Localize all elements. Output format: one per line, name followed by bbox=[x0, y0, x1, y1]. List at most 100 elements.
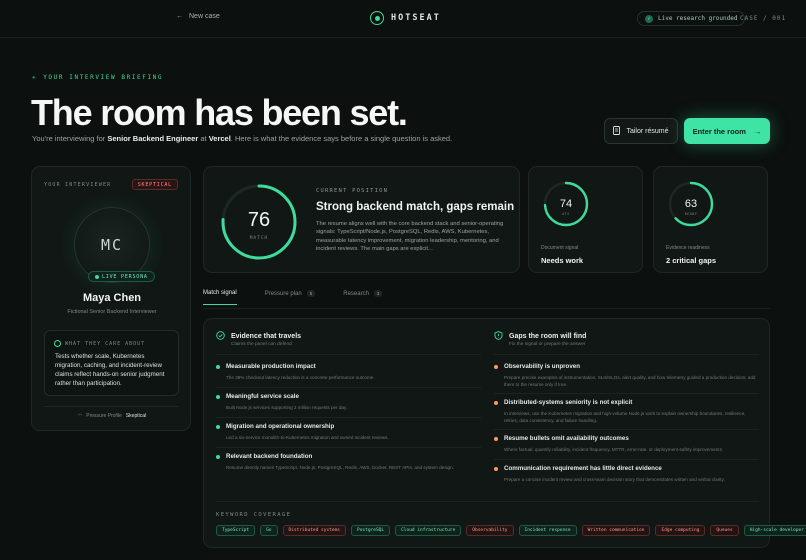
brand[interactable]: HOTSEAT bbox=[370, 11, 441, 25]
page-title: The room has been set. bbox=[31, 92, 408, 133]
subtitle-post: . Here is what the evidence says before … bbox=[230, 134, 453, 143]
enter-room-label: Enter the room bbox=[692, 126, 746, 136]
ats-value: 74 bbox=[560, 198, 572, 210]
keyword-chip: Cloud infrastructure bbox=[395, 525, 462, 536]
document-signal-verdict: Needs work bbox=[541, 256, 584, 265]
list-item: Distributed-systems seniority is not exp… bbox=[494, 399, 759, 425]
keyword-coverage-heading: KEYWORD COVERAGE bbox=[216, 512, 292, 518]
gaps-heading-label: Gaps the room will find bbox=[509, 333, 587, 340]
keyword-chip: Distributed systems bbox=[282, 525, 346, 536]
tab-pressure-plan[interactable]: Pressure plan 5 bbox=[265, 290, 316, 305]
subtitle-role: Senior Backend Engineer bbox=[107, 134, 199, 143]
care-about-heading-label: WHAT THEY CARE ABOUT bbox=[65, 340, 146, 347]
bullet-icon bbox=[216, 394, 220, 399]
evidence-readiness-verdict: 2 critical gaps bbox=[666, 256, 717, 265]
check-icon: ✓ bbox=[645, 14, 653, 23]
live-research-badge: ✓ Live research grounded bbox=[637, 11, 746, 26]
tab-pressure-plan-count: 5 bbox=[306, 290, 316, 297]
position-title: Strong backend match, gaps remain bbox=[316, 201, 515, 213]
pressure-profile-label: Pressure Profile bbox=[86, 413, 122, 419]
divider bbox=[216, 354, 481, 355]
item-title: Observability is unproven bbox=[504, 363, 580, 370]
position-card: 76 MATCH CURRENT POSITION Strong backend… bbox=[203, 166, 520, 273]
case-id: CASE / 001 bbox=[740, 15, 787, 22]
bullet-icon bbox=[494, 436, 498, 441]
keyword-chip: Incident response bbox=[518, 525, 577, 536]
position-text: The resume aligns well with the core bac… bbox=[316, 221, 504, 253]
divider bbox=[494, 429, 759, 430]
tailor-resume-label: Tailor résumé bbox=[626, 127, 669, 135]
item-desc: Built Node.js services supporting 2 mill… bbox=[226, 405, 348, 410]
keyword-chip: High-scale developer platforms bbox=[743, 525, 806, 536]
divider bbox=[216, 501, 759, 502]
divider bbox=[216, 387, 481, 388]
shield-icon bbox=[494, 331, 503, 342]
divider bbox=[494, 393, 759, 394]
live-persona-badge: LIVE PERSONA bbox=[88, 271, 155, 282]
bullet-icon bbox=[216, 424, 220, 429]
check-circle-icon bbox=[216, 331, 225, 342]
pressure-profile-value: Skeptical bbox=[125, 413, 147, 419]
tailor-resume-button[interactable]: Tailor résumé bbox=[604, 118, 678, 144]
tab-research[interactable]: Research 3 bbox=[343, 290, 383, 305]
live-research-label: Live research grounded bbox=[658, 15, 738, 22]
care-about-box: WHAT THEY CARE ABOUT Tests whether scale… bbox=[44, 330, 179, 396]
list-item: Measurable production impact The 38% che… bbox=[216, 363, 481, 382]
gaps-sub: Fix the signal or prepare the answer bbox=[509, 342, 586, 347]
evidence-panel: Evidence that travels Claims the panel c… bbox=[203, 318, 806, 548]
divider bbox=[494, 354, 759, 355]
ready-value: 63 bbox=[685, 198, 697, 210]
match-score-value: 76 bbox=[248, 209, 270, 231]
evidence-readiness-label: Evidence readiness bbox=[666, 245, 710, 251]
travels-sub: Claims the panel can defend bbox=[231, 342, 292, 347]
tab-bar: Match signal Pressure plan 5 Research 3 bbox=[203, 290, 410, 305]
keyword-chip: Observability bbox=[466, 525, 514, 536]
item-desc: Prepare precise examples of instrumentat… bbox=[504, 375, 756, 387]
keyword-chip: Queues bbox=[710, 525, 739, 536]
back-link[interactable]: ← New case bbox=[176, 13, 220, 20]
item-desc: Prepare a concise incident review and cr… bbox=[504, 477, 725, 482]
keyword-chip: Written communication bbox=[581, 525, 651, 536]
keyword-list: TypeScript Go Distributed systems PostgreSQ… bbox=[216, 525, 806, 536]
tab-research-label: Research bbox=[343, 290, 369, 297]
stance-badge: SKEPTICAL bbox=[131, 179, 178, 190]
live-persona-label: LIVE PERSONA bbox=[102, 273, 148, 280]
item-desc: The 38% checkout latency reduction is a … bbox=[226, 375, 375, 380]
document-signal-card: 74 ATS Document signal Needs work bbox=[528, 166, 643, 273]
bullet-icon bbox=[216, 364, 220, 369]
bullet-icon bbox=[494, 466, 498, 471]
item-title: Meaningful service scale bbox=[226, 393, 299, 400]
match-score-ring: 76 MATCH bbox=[221, 184, 297, 260]
briefing-eyebrow: ✳ YOUR INTERVIEW BRIEFING bbox=[32, 74, 163, 81]
tab-match-signal[interactable]: Match signal bbox=[203, 290, 237, 305]
brand-name: HOTSEAT bbox=[391, 13, 441, 23]
interviewer-label: YOUR INTERVIEWER bbox=[44, 182, 112, 188]
divider bbox=[44, 406, 179, 407]
logo-icon bbox=[370, 11, 384, 25]
ats-ring: 74 ATS bbox=[543, 181, 589, 227]
interviewer-role: Fictional Senior Backend Interviewer bbox=[67, 309, 157, 315]
tab-pressure-plan-label: Pressure plan bbox=[264, 290, 302, 297]
tab-research-count: 3 bbox=[373, 290, 383, 297]
bullet-icon bbox=[494, 400, 498, 405]
subtitle-pre: You're interviewing for bbox=[32, 134, 108, 143]
subtitle-company: Vercel bbox=[208, 134, 231, 143]
divider bbox=[494, 459, 759, 460]
item-title: Relevant backend foundation bbox=[226, 453, 313, 460]
arrow-left-icon: ← bbox=[176, 13, 183, 20]
bullet-icon bbox=[216, 454, 220, 459]
item-desc: Where factual, quantify reliability, inc… bbox=[504, 447, 724, 452]
interviewer-name: Maya Chen bbox=[82, 292, 142, 304]
travels-heading-label: Evidence that travels bbox=[231, 333, 302, 340]
keyword-chip: TypeScript bbox=[216, 525, 256, 536]
enter-room-button[interactable]: Enter the room → bbox=[684, 118, 770, 144]
item-title: Distributed-systems seniority is not exp… bbox=[504, 399, 633, 406]
travels-heading: Evidence that travels bbox=[216, 331, 301, 342]
care-about-heading: WHAT THEY CARE ABOUT bbox=[54, 340, 145, 347]
document-signal-label: Document signal bbox=[541, 245, 579, 251]
list-item: Migration and operational ownership Led … bbox=[216, 423, 481, 442]
top-bar: ← New case HOTSEAT ✓ Live research groun… bbox=[0, 0, 806, 38]
match-score-label: MATCH bbox=[250, 235, 269, 241]
item-desc: Resume directly names TypeScript, Node.j… bbox=[226, 465, 454, 470]
divider bbox=[216, 417, 481, 418]
